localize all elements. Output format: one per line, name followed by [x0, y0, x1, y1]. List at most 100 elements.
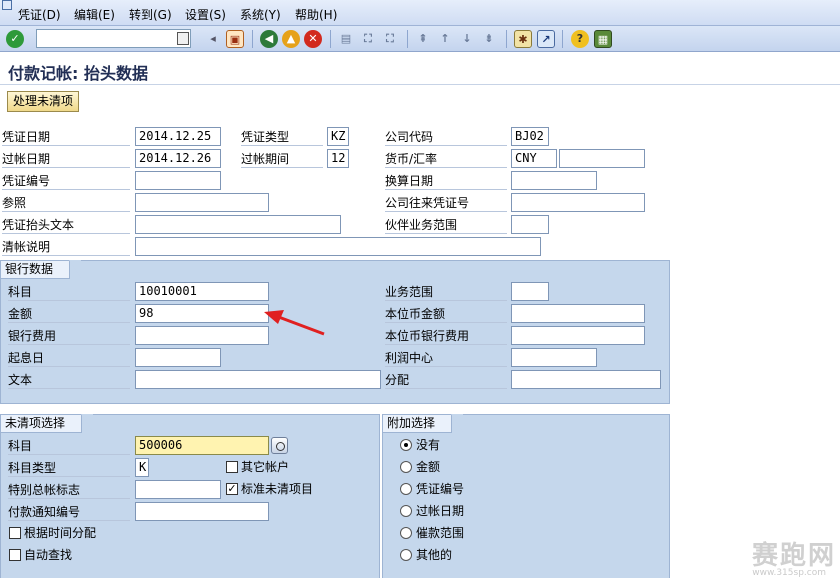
menu-bar: 凭证(D) 编辑(E) 转到(G) 设置(S) 系统(Y) 帮助(H)	[0, 0, 840, 26]
profit-center-label: 利润中心	[385, 349, 507, 367]
radio-dunning-area-label: 催款范围	[416, 526, 465, 540]
standard-open-items-checkbox[interactable]: ✓	[226, 483, 238, 495]
clearing-text-label: 清帐说明	[2, 238, 130, 256]
item-text-field[interactable]	[135, 370, 381, 389]
exit-icon[interactable]: ▲	[282, 30, 300, 48]
menu-edit[interactable]: 编辑(E)	[74, 6, 115, 23]
new-session-icon[interactable]: ✱	[514, 30, 532, 48]
special-gl-label: 特别总帐标志	[8, 481, 130, 499]
command-field[interactable]	[36, 29, 191, 48]
additional-selections-title: 附加选择	[383, 414, 464, 433]
command-history-icon[interactable]	[177, 32, 189, 45]
header-text-label: 凭证抬头文本	[2, 216, 130, 234]
value-date-label: 起息日	[8, 349, 130, 367]
application-toolbar: 处理未清项	[0, 86, 840, 116]
posting-date-label: 过帐日期	[2, 150, 130, 168]
doc-number-label: 凭证编号	[2, 172, 130, 190]
doc-type-label: 凭证类型	[241, 128, 323, 146]
radio-dunning-area[interactable]	[400, 527, 412, 539]
radio-document-number[interactable]	[400, 483, 412, 495]
radio-none-label: 没有	[416, 438, 441, 452]
other-accounts-checkbox[interactable]	[226, 461, 238, 473]
assignment-label: 分配	[385, 371, 507, 389]
first-page-icon[interactable]: ⇞	[414, 30, 432, 48]
radio-posting-date[interactable]	[400, 505, 412, 517]
value-date-field[interactable]	[135, 348, 221, 367]
window-menu-icon[interactable]	[2, 0, 12, 10]
cancel-icon[interactable]: ✕	[304, 30, 322, 48]
last-page-icon[interactable]: ⇟	[480, 30, 498, 48]
currency-field[interactable]: CNY	[511, 149, 557, 168]
lc-amount-field[interactable]	[511, 304, 645, 323]
standard-toolbar: ✓ ◂ ▣ ◀ ▲ ✕ ▤ ⛶ ⛶ ⇞ ↑ ↓ ⇟ ✱ ↗ ? ▦	[0, 26, 840, 52]
automatic-search-label: 自动查找	[24, 548, 73, 562]
period-field[interactable]: 12	[327, 149, 349, 168]
menu-system[interactable]: 系统(Y)	[240, 6, 281, 23]
process-open-items-button[interactable]: 处理未清项	[7, 91, 80, 112]
menu-help[interactable]: 帮助(H)	[295, 6, 337, 23]
exchange-rate-field[interactable]	[559, 149, 645, 168]
translation-date-field[interactable]	[511, 171, 597, 190]
menu-settings[interactable]: 设置(S)	[185, 6, 226, 23]
radio-others-label: 其他的	[416, 548, 453, 562]
bank-account-field[interactable]: 10010001	[135, 282, 269, 301]
back-icon[interactable]: ◀	[260, 30, 278, 48]
enter-check-icon[interactable]: ✓	[6, 30, 24, 48]
lc-amount-label: 本位币金额	[385, 305, 507, 323]
shortcut-icon[interactable]: ↗	[537, 30, 555, 48]
payment-advice-label: 付款通知编号	[8, 503, 130, 521]
watermark-url: www.315sp.com	[752, 568, 826, 578]
menu-goto[interactable]: 转到(G)	[129, 6, 172, 23]
payment-advice-field[interactable]	[135, 502, 269, 521]
account-type-label: 科目类型	[8, 459, 130, 477]
bank-charges-field[interactable]	[135, 326, 269, 345]
command-input[interactable]	[37, 30, 175, 47]
find-icon[interactable]: ⛶	[359, 30, 377, 48]
bank-account-label: 科目	[8, 283, 130, 301]
intercompany-doc-field[interactable]	[511, 193, 645, 212]
lc-bank-charges-label: 本位币银行费用	[385, 327, 507, 345]
clearing-text-field[interactable]	[135, 237, 541, 256]
find-next-icon[interactable]: ⛶	[381, 30, 399, 48]
annotation-arrow	[264, 310, 325, 336]
radio-document-number-label: 凭证编号	[416, 482, 465, 496]
radio-others[interactable]	[400, 549, 412, 561]
open-item-account-field[interactable]: 500006	[135, 436, 269, 455]
partner-business-area-field[interactable]	[511, 215, 549, 234]
save-icon[interactable]: ▣	[226, 30, 244, 48]
posting-date-field[interactable]: 2014.12.26	[135, 149, 221, 168]
lc-bank-charges-field[interactable]	[511, 326, 645, 345]
watermark-logo: 赛跑网	[751, 541, 836, 571]
doc-number-field[interactable]	[135, 171, 221, 190]
currency-rate-label: 货币/汇率	[385, 150, 507, 168]
radio-none[interactable]	[400, 439, 412, 451]
title-bar: 付款记帐: 抬头数据	[0, 55, 840, 85]
reference-field[interactable]	[135, 193, 269, 212]
automatic-search-checkbox[interactable]	[9, 549, 21, 561]
distribute-by-age-checkbox[interactable]	[9, 527, 21, 539]
distribute-by-age-label: 根据时间分配	[24, 526, 97, 540]
layout-menu-icon[interactable]: ▦	[594, 30, 612, 48]
print-icon[interactable]: ▤	[337, 30, 355, 48]
account-type-field[interactable]: K	[135, 458, 149, 477]
doc-type-field[interactable]: KZ	[327, 127, 349, 146]
profit-center-field[interactable]	[511, 348, 597, 367]
header-text-field[interactable]	[135, 215, 341, 234]
assignment-field[interactable]	[511, 370, 661, 389]
special-gl-field[interactable]	[135, 480, 221, 499]
previous-page-icon[interactable]: ↑	[436, 30, 454, 48]
doc-date-label: 凭证日期	[2, 128, 130, 146]
help-icon[interactable]: ?	[571, 30, 589, 48]
doc-date-field[interactable]: 2014.12.25	[135, 127, 221, 146]
amount-label: 金额	[8, 305, 130, 323]
menu-document[interactable]: 凭证(D)	[18, 6, 61, 23]
radio-amount[interactable]	[400, 461, 412, 473]
collapse-arrow-icon[interactable]: ◂	[204, 30, 222, 48]
business-area-field[interactable]	[511, 282, 549, 301]
search-help-icon[interactable]	[271, 437, 288, 454]
company-code-field[interactable]: BJ02	[511, 127, 549, 146]
amount-field[interactable]: 98	[135, 304, 269, 323]
next-page-icon[interactable]: ↓	[458, 30, 476, 48]
open-item-account-label: 科目	[8, 437, 130, 455]
bank-data-title: 银行数据	[1, 260, 82, 279]
